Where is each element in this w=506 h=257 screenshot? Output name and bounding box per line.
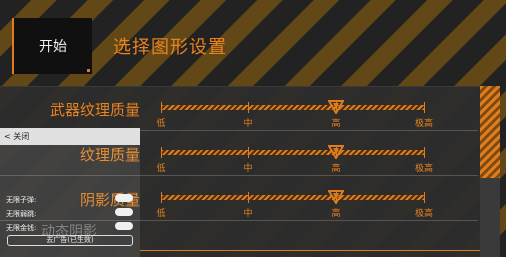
tick-label-mid: 中 [243, 209, 253, 219]
scrollbar-thumb[interactable] [480, 86, 500, 178]
slider-tick [424, 147, 425, 158]
infinite-jump-toggle[interactable] [115, 208, 133, 216]
tick-label-mid: 中 [243, 164, 253, 174]
slider-tick [424, 192, 425, 203]
start-button-label: 开始 [39, 39, 67, 55]
quality-slider[interactable]: 低 中 高 极高 [156, 100, 433, 129]
tick-label-mid: 中 [243, 119, 253, 129]
quality-slider[interactable]: 低 中 高 极高 [156, 145, 433, 174]
infinite-ammo-toggle[interactable] [115, 194, 133, 202]
slider-tick [161, 147, 162, 158]
setting-row-weapon-texture: 武器纹理质量 低 中 高 极高 [0, 87, 478, 131]
remove-ads-button[interactable]: 去广告(已生效) [7, 235, 133, 246]
cheat-option-label: 无限弱跳: [6, 210, 37, 218]
slider-tick [161, 192, 162, 203]
slider-tick [161, 102, 162, 113]
tick-label-ultra: 极高 [414, 119, 434, 129]
tick-label-high: 高 [331, 164, 341, 174]
corner-dot [87, 69, 90, 72]
cheat-menu-overlay: < 关闭 无限子弹: 无限弱跳: 无限金钱: 去广告(已生效) [0, 128, 140, 257]
tick-label-high: 高 [331, 209, 341, 219]
tick-label-low: 低 [156, 119, 166, 129]
quality-slider[interactable]: 低 中 高 极高 [156, 190, 433, 219]
slider-tick [248, 147, 249, 158]
slider-tick [424, 102, 425, 113]
setting-label: 武器纹理质量 [49, 101, 140, 119]
slider-tick [248, 102, 249, 113]
divider [140, 250, 480, 251]
tick-label-low: 低 [156, 164, 166, 174]
tick-label-low: 低 [156, 209, 166, 219]
slider-tick [248, 192, 249, 203]
tick-label-ultra: 极高 [414, 164, 434, 174]
page-title: 选择图形设置 [113, 37, 227, 58]
cheat-option-label: 无限金钱: [6, 224, 37, 232]
settings-scrollbar[interactable] [480, 86, 500, 257]
tick-label-ultra: 极高 [414, 209, 434, 219]
tick-label-high: 高 [331, 119, 341, 129]
cheat-option-label: 无限子弹: [6, 196, 37, 204]
infinite-money-toggle[interactable] [115, 222, 133, 230]
close-menu-button[interactable]: < 关闭 [0, 128, 140, 145]
start-button[interactable]: 开始 [12, 18, 92, 74]
